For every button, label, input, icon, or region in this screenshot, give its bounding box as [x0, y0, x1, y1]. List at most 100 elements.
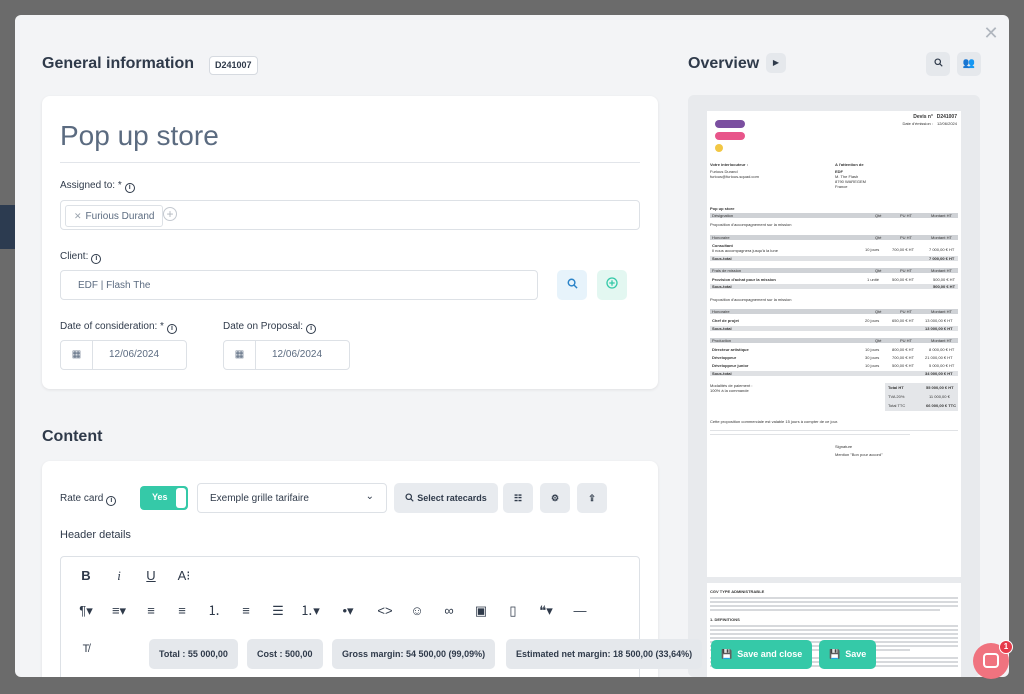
line-height-icon[interactable]: ≡▾ — [108, 601, 130, 621]
cgv-line — [710, 601, 958, 603]
emoji-icon[interactable]: ☺ — [406, 601, 428, 621]
add-client-button[interactable] — [597, 270, 627, 300]
upload-button[interactable]: ⇪ — [577, 483, 607, 513]
logo-bar-purple — [715, 120, 745, 128]
contact-heading: Votre interlocuteur : — [710, 162, 748, 167]
users-button[interactable]: 👥 — [957, 52, 981, 76]
devis-number: D241007 — [936, 114, 957, 120]
notification-badge: 1 — [999, 640, 1013, 654]
assignee-chip[interactable]: ✕ Furious Durand — [65, 205, 164, 227]
align-center-icon[interactable]: ≡ — [171, 601, 193, 621]
play-icon[interactable]: ▶ — [766, 53, 786, 73]
save-and-close-button[interactable]: 💾 Save and close — [711, 640, 813, 669]
logo-dot-yellow — [715, 144, 723, 152]
cgv-line — [710, 605, 958, 607]
line-pu: 800,00 € HT — [892, 347, 915, 352]
calendar-icon[interactable]: ▦ — [61, 341, 93, 369]
calendar-icon[interactable]: ▦ — [224, 341, 256, 369]
file-icon[interactable]: ▯ — [502, 601, 524, 621]
line-qty: 10 jours — [865, 247, 880, 252]
underline-icon[interactable]: U — [140, 566, 162, 586]
justify-icon[interactable]: ☰ — [267, 601, 289, 621]
save-and-close-label: Save and close — [737, 649, 803, 659]
quote-icon[interactable]: ❝▾ — [535, 601, 557, 621]
paragraph-icon[interactable]: ¶▾ — [75, 601, 97, 621]
subtotal-value: 13 000,00 € HT — [925, 326, 953, 331]
col-montant: Montant HT — [931, 235, 952, 240]
italic-icon[interactable]: i — [108, 566, 130, 586]
bold-icon[interactable]: B — [75, 566, 97, 586]
info-icon[interactable]: i — [106, 496, 117, 506]
image-icon[interactable]: ▣ — [470, 601, 492, 621]
validity-text: Cette proposition commerciale est valabl… — [710, 419, 839, 424]
line-qty: 10 jours — [865, 363, 880, 368]
line-total: 13 000,00 € HT — [925, 318, 953, 323]
assigned-to-field[interactable]: ✕ Furious Durand + — [60, 200, 640, 230]
title-underline — [60, 162, 640, 163]
info-icon[interactable]: i — [91, 254, 102, 264]
link-icon[interactable]: ∞ — [438, 601, 460, 621]
line-chef: Chef de projet — [712, 318, 739, 323]
subtotal-value: 7 000,00 € HT — [929, 256, 955, 261]
consideration-date-field[interactable]: ▦ 12/06/2024 — [60, 340, 187, 370]
close-icon[interactable]: ✕ — [983, 24, 999, 42]
document-preview[interactable]: Devis n° D241007 Date d'émission : 12/06… — [688, 95, 980, 677]
subtotal-value: 500,00 € HT — [933, 284, 956, 289]
line-total: 500,00 € HT — [933, 277, 956, 282]
ratecard-select[interactable]: Exemple grille tarifaire ⌄ — [197, 483, 387, 513]
info-icon[interactable]: i — [166, 324, 177, 334]
gear-icon: ⚙ — [550, 493, 560, 503]
align-right-icon[interactable]: ≡ — [235, 601, 257, 621]
numbered-list-icon[interactable]: ⒈▾ — [299, 601, 321, 621]
col-designation: Désignation — [712, 213, 734, 218]
horizontal-rule-icon[interactable]: — — [569, 601, 591, 621]
client-text: Client: — [60, 251, 89, 262]
select-ratecards-button[interactable]: Select ratecards — [394, 483, 498, 513]
ordered-list-icon[interactable]: ⒈ — [203, 601, 225, 621]
col-montant: Montant HT — [931, 213, 952, 218]
line-devjr: Développeur junior — [712, 363, 749, 368]
save-button[interactable]: 💾 Save — [819, 640, 877, 669]
chat-widget-button[interactable]: 1 — [973, 640, 1013, 679]
line-total: 7 000,00 € HT — [929, 247, 955, 252]
production-bar — [710, 338, 958, 343]
subtotal-bar — [710, 284, 958, 289]
chevron-down-icon: ⌄ — [365, 491, 374, 502]
client-field[interactable]: EDF | Flash The — [60, 270, 538, 300]
clear-format-icon[interactable]: T̸ — [75, 639, 97, 659]
add-assignee-icon[interactable]: + — [163, 207, 177, 221]
quote-document-page: Devis n° D241007 Date d'émission : 12/06… — [707, 111, 961, 577]
tva-label: TVA 20% — [888, 394, 905, 399]
text-line — [710, 430, 958, 431]
align-left-icon[interactable]: ≡ — [140, 601, 162, 621]
remove-icon[interactable]: ✕ — [74, 211, 82, 221]
settings-button[interactable]: ⚙ — [540, 483, 570, 513]
info-icon[interactable]: i — [124, 183, 135, 193]
rate-card-text: Rate card — [60, 493, 104, 504]
net-margin-pill: Estimated net margin: 18 500,00 (33,64%) — [506, 639, 703, 669]
rate-card-toggle[interactable]: Yes — [140, 486, 188, 510]
info-icon[interactable]: i — [306, 324, 317, 334]
proposal-date-label: Date on Proposal: i — [223, 321, 317, 334]
ratecard-edit-button[interactable]: ☷ — [503, 483, 533, 513]
devis-label: Devis n° — [913, 114, 933, 120]
proposal-date-value: 12/06/2024 — [272, 349, 323, 360]
line-pu: 650,00 € HT — [892, 318, 915, 323]
search-icon — [933, 58, 943, 67]
preview-search-button[interactable] — [926, 52, 950, 76]
select-ratecards-label: Select ratecards — [417, 493, 487, 503]
col-qte: Qté — [875, 309, 882, 314]
assignee-name: Furious Durand — [85, 211, 155, 222]
proposal-date-field[interactable]: ▦ 12/06/2024 — [223, 340, 350, 370]
code-icon[interactable]: <> — [374, 601, 396, 621]
search-client-button[interactable] — [557, 270, 587, 300]
bullet-list-icon[interactable]: •▾ — [337, 601, 359, 621]
subtotal-bar — [710, 371, 958, 376]
cgv-line — [710, 625, 958, 627]
project-title-input[interactable]: Pop up store — [60, 120, 219, 152]
quote-modal: ✕ General information D241007 Pop up sto… — [15, 15, 1009, 677]
font-size-icon[interactable]: A⁝ — [173, 566, 195, 586]
cgv-line — [710, 597, 958, 599]
line-pu: 500,00 € HT — [892, 277, 915, 282]
subtotal-label: Sous-total — [712, 326, 732, 331]
